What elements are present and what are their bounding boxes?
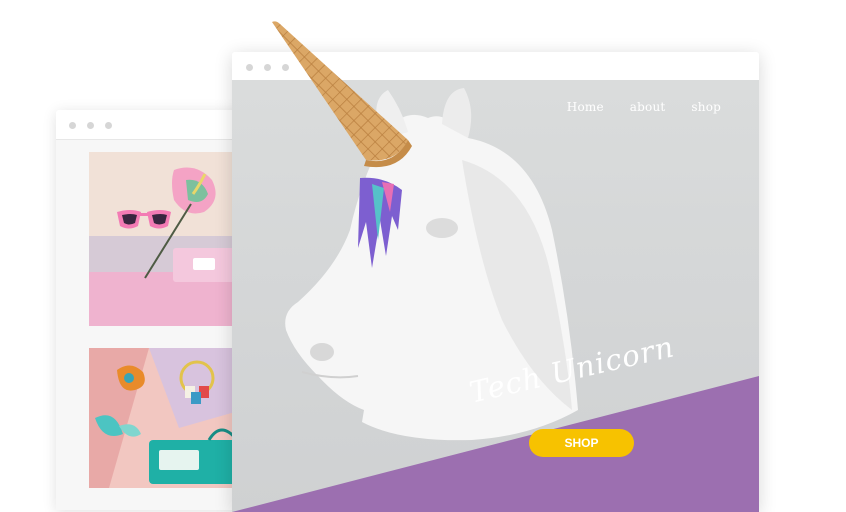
window-dot-icon	[105, 122, 112, 129]
back-window-titlebar	[56, 110, 256, 140]
back-browser-window	[56, 110, 256, 510]
nav-link-home[interactable]: Home	[567, 100, 604, 114]
shop-button[interactable]: SHOP	[529, 429, 634, 457]
main-nav: Home about shop	[567, 100, 721, 114]
ice-cream-cone-image	[272, 21, 412, 168]
product-image-jewelry[interactable]	[89, 348, 249, 488]
nav-link-about[interactable]: about	[630, 100, 666, 114]
window-dot-icon	[69, 122, 76, 129]
window-dot-icon	[87, 122, 94, 129]
product-image-sunglasses[interactable]	[89, 152, 249, 326]
nav-link-shop[interactable]: shop	[691, 100, 721, 114]
window-dot-icon	[246, 64, 253, 71]
